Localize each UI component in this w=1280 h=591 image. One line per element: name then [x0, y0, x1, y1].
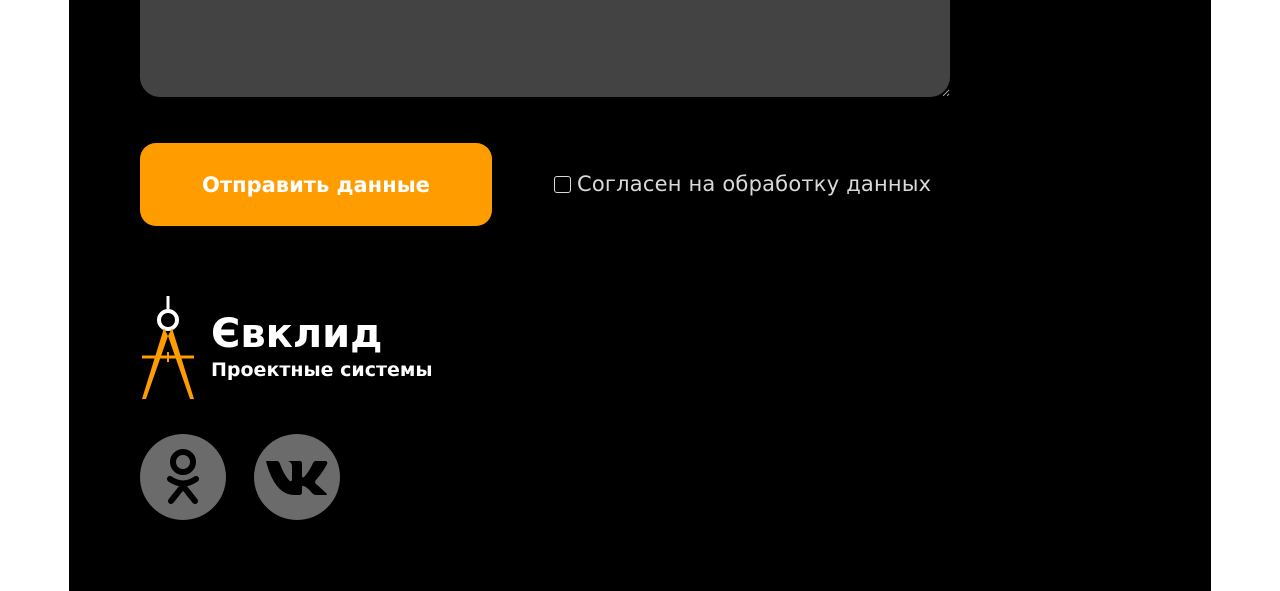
brand-tagline: Проектные системы: [211, 359, 433, 381]
odnoklassniki-link[interactable]: [140, 434, 226, 520]
consent-label: Согласен на обработку данных: [577, 172, 932, 196]
message-textarea[interactable]: [140, 0, 950, 97]
consent-checkbox-row[interactable]: Согласен на обработку данных: [554, 170, 931, 198]
brand-logo[interactable]: Євклид Проектные системы: [140, 296, 480, 402]
brand-name: Євклид: [211, 311, 383, 357]
vk-link[interactable]: [254, 434, 340, 520]
submit-button[interactable]: Отправить данные: [140, 143, 492, 226]
odnoklassniki-icon: [167, 449, 199, 504]
compass-icon: [142, 296, 194, 399]
consent-checkbox[interactable]: [554, 175, 571, 193]
footer-section: Отправить данные Согласен на обработку д…: [69, 0, 1211, 591]
vk-icon: [266, 461, 328, 495]
